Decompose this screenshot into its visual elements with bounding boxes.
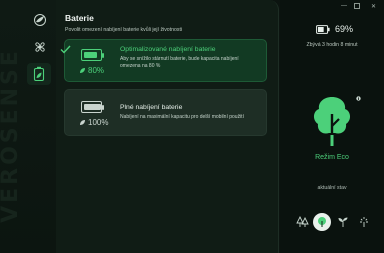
battery-body [81, 49, 102, 61]
option-description: Nabíjení na maximální kapacitu pro delší… [120, 114, 244, 120]
battery-status: 69% [316, 24, 353, 34]
sidebar-item-battery[interactable] [31, 66, 47, 82]
plug-icon [80, 120, 85, 125]
tree-icon [318, 217, 326, 227]
battery-80-graphic: 80% [79, 48, 109, 80]
battery-percent-row: 80% [79, 66, 104, 75]
mode-selector [293, 213, 373, 233]
battery-leaf-icon [33, 66, 45, 82]
mode-button-sprout[interactable] [334, 213, 352, 231]
maximize-icon [354, 3, 360, 9]
battery-settings-panel: Baterie Povolit omezení nabíjení baterie… [56, 0, 279, 253]
current-mode-name: Režim Eco [315, 154, 349, 161]
battery-icon [316, 24, 330, 34]
mode-button-tree[interactable] [313, 213, 331, 231]
check-icon [60, 45, 71, 54]
sidebar-item-fan[interactable] [32, 39, 48, 55]
option-optimized-charging[interactable]: 80% Optimalizované nabíjení baterie Aby … [60, 39, 267, 82]
maximize-button[interactable] [354, 3, 360, 11]
page-title: Baterie [65, 13, 94, 23]
info-icon[interactable] [356, 96, 361, 101]
close-button[interactable]: ✕ [371, 3, 376, 10]
brand-watermark: VEROSENSE [0, 30, 24, 240]
battery-100-graphic: 100% [79, 100, 109, 132]
sprout-icon [338, 217, 348, 227]
option-description: Aby se snížilo stárnutí baterie, bude ka… [120, 56, 239, 69]
window-controls: — ✕ [280, 3, 384, 13]
battery-tip [102, 105, 104, 110]
battery-body [81, 101, 102, 113]
app-window: VEROSENSE Baterie Povolit omezení nabíje… [0, 0, 384, 253]
plug-leaf-icon [80, 68, 85, 73]
fan-icon [35, 42, 45, 52]
battery-fill [83, 51, 97, 58]
battery-level-fill [318, 26, 324, 32]
eco-mode-graphic [309, 94, 355, 148]
option-title: Optimalizované nabíjení baterie [120, 46, 216, 53]
trees-icon [295, 216, 309, 227]
battery-percent-label: 80% [88, 66, 105, 75]
battery-fill [83, 103, 101, 110]
status-panel: — ✕ 69% Zbývá 3 hodin 8 minut Režim Eco … [280, 0, 384, 253]
mode-button-trees[interactable] [293, 213, 311, 231]
battery-tip [102, 53, 104, 58]
battery-percent-label: 100% [88, 118, 109, 127]
page-description: Povolit omezení nabíjení baterie kvůli j… [65, 27, 183, 33]
sun-leaf-icon [360, 217, 368, 227]
mode-button-sun-leaf[interactable] [355, 213, 373, 231]
eco-tree-icon [313, 97, 351, 146]
minimize-button[interactable]: — [341, 3, 347, 9]
sidebar: VEROSENSE [0, 0, 56, 253]
option-title: Plné nabíjení baterie [120, 104, 183, 111]
brand-text: VEROSENSE [0, 47, 23, 223]
leaf-globe-icon [34, 14, 46, 26]
battery-remaining-time: Zbývá 3 hodin 8 minut [306, 42, 358, 48]
current-state-label: aktuální stav [317, 185, 347, 191]
battery-percent-row: 100% [79, 118, 108, 127]
sidebar-item-eco[interactable] [32, 12, 48, 28]
option-full-charging[interactable]: 100% Plné nabíjení baterie Nabíjení na m… [64, 89, 267, 136]
battery-percent: 69% [335, 24, 354, 34]
